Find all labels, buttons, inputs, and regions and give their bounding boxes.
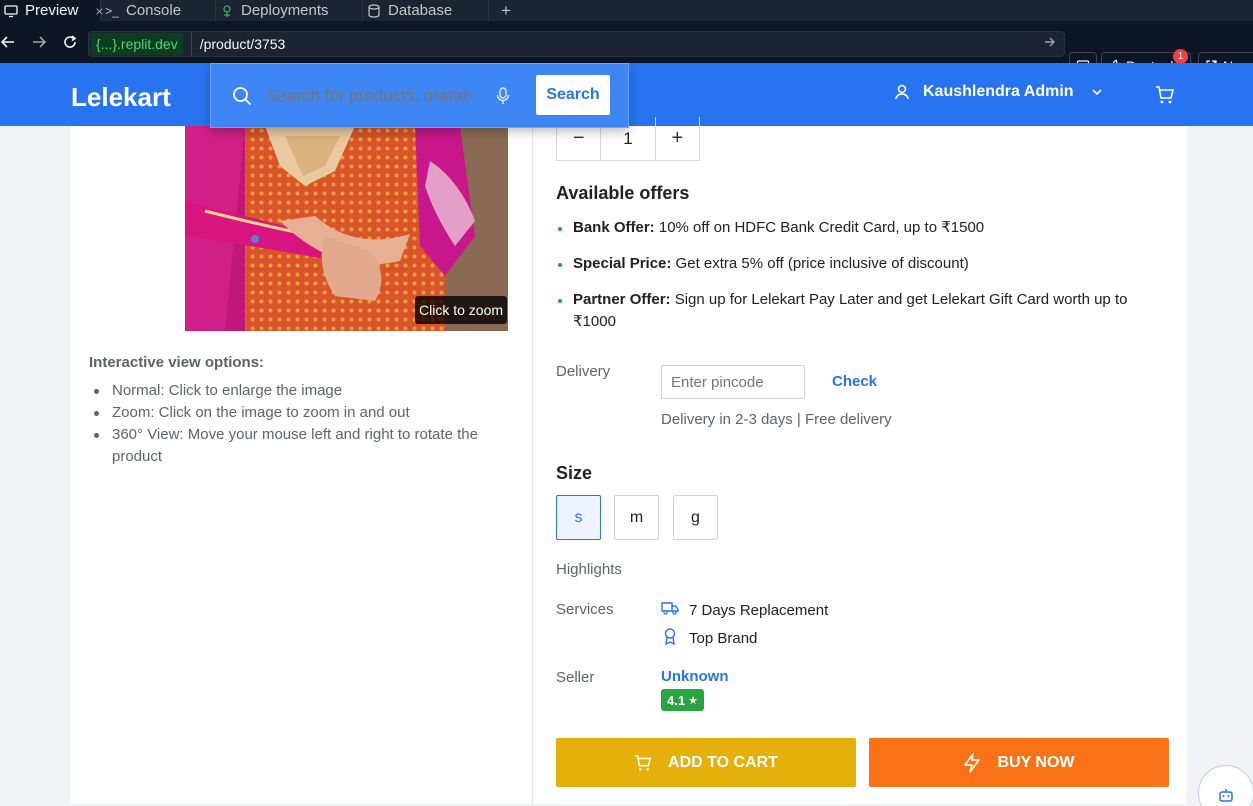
- url-path: /product/3753: [190, 32, 285, 56]
- seller-rating-badge: 4.1 ★: [661, 689, 704, 711]
- chevron-down-icon: [1091, 89, 1102, 96]
- lightning-icon: [964, 752, 981, 773]
- seller-name-link[interactable]: Unknown: [661, 668, 729, 685]
- forward-icon[interactable]: [25, 28, 53, 56]
- delivery-info: Delivery in 2-3 days | Free delivery: [661, 411, 892, 428]
- tab-label: Deployments: [241, 2, 329, 19]
- delivery-label: Delivery: [556, 363, 611, 380]
- check-pincode-button[interactable]: Check: [832, 373, 877, 390]
- rating-value: 4.1: [667, 692, 686, 708]
- robot-icon: [1219, 789, 1233, 802]
- database-icon: [367, 3, 381, 18]
- offer-label: Bank Offer:: [573, 219, 655, 236]
- offer-text: Get extra 5% off (price inclusive of dis…: [671, 255, 969, 272]
- service-replacement: 7 Days Replacement: [661, 600, 828, 620]
- truck-icon: [661, 600, 679, 620]
- devtools-badge: 1: [1173, 49, 1188, 64]
- tab-deployments[interactable]: Deployments: [216, 0, 363, 21]
- increase-button[interactable]: +: [656, 117, 699, 160]
- star-icon: ★: [688, 694, 698, 707]
- search-button[interactable]: Search: [536, 75, 610, 115]
- offers-title: Available offers: [556, 183, 690, 203]
- view-options-list: Normal: Click to enlarge the image Zoom:…: [90, 380, 510, 468]
- user-name: Kaushlendra Admin: [923, 83, 1074, 100]
- user-menu[interactable]: Kaushlendra Admin: [893, 83, 1104, 101]
- pincode-input[interactable]: [661, 365, 805, 399]
- back-icon[interactable]: [0, 28, 22, 56]
- add-to-cart-button[interactable]: ADD TO CART: [556, 738, 856, 787]
- tab-console[interactable]: >_ Console: [101, 0, 216, 21]
- offer-text: 10% off on HDFC Bank Credit Card, up to …: [654, 219, 985, 236]
- offer-special-price: Special Price: Get extra 5% off (price i…: [556, 253, 1156, 275]
- terminal-icon: >_: [105, 3, 119, 18]
- highlights-label: Highlights: [556, 561, 622, 578]
- list-item: Normal: Click to enlarge the image: [90, 380, 510, 402]
- cart-icon: [634, 754, 652, 771]
- column-divider: [532, 126, 533, 804]
- browser-tab-bar: Preview × >_ Console Deployments Databas…: [0, 0, 1253, 21]
- address-bar: {...}.replit.dev /product/3753 Devtools …: [0, 21, 1253, 79]
- chatbot-button[interactable]: [1198, 765, 1253, 806]
- new-tab-button[interactable]: +: [489, 0, 523, 21]
- user-icon: [895, 84, 909, 100]
- award-icon: [661, 627, 679, 649]
- view-options-title: Interactive view options:: [89, 354, 265, 371]
- service-top-brand: Top Brand: [661, 627, 757, 649]
- tab-label: Console: [126, 2, 182, 19]
- tab-database[interactable]: Database: [363, 0, 489, 21]
- zoom-hint: Click to zoom: [415, 296, 508, 324]
- list-item: Zoom: Click on the image to zoom in and …: [90, 402, 510, 424]
- offer-bank: Bank Offer: 10% off on HDFC Bank Credit …: [556, 217, 1156, 239]
- service-text: Top Brand: [689, 629, 758, 647]
- services-label: Services: [556, 601, 614, 618]
- offer-label: Partner Offer:: [573, 291, 671, 308]
- size-title: Size: [556, 463, 593, 483]
- size-option-s[interactable]: s: [556, 495, 601, 540]
- url-host: {...}.replit.dev: [91, 33, 183, 55]
- buy-now-button[interactable]: BUY NOW: [869, 738, 1169, 787]
- tab-label: Preview: [25, 2, 79, 19]
- buy-now-label: BUY NOW: [997, 753, 1075, 771]
- rocket-icon: [220, 4, 234, 18]
- search-icon: [231, 85, 253, 107]
- monitor-icon: [4, 4, 18, 18]
- list-item: 360° View: Move your mouse left and righ…: [90, 424, 510, 468]
- search-input[interactable]: [266, 85, 471, 106]
- go-arrow-icon[interactable]: [1044, 35, 1056, 53]
- tab-label: Database: [388, 2, 453, 19]
- tab-preview[interactable]: Preview ×: [0, 0, 104, 21]
- offer-partner: Partner Offer: Sign up for Lelekart Pay …: [556, 289, 1156, 333]
- reload-icon[interactable]: [56, 28, 84, 56]
- offer-label: Special Price:: [573, 255, 672, 272]
- service-text: 7 Days Replacement: [689, 601, 829, 619]
- site-logo[interactable]: Lelekart: [71, 82, 171, 113]
- size-option-g[interactable]: g: [673, 495, 718, 540]
- url-field[interactable]: {...}.replit.dev /product/3753: [88, 31, 1065, 57]
- search-bar: Search: [210, 63, 629, 128]
- cart-icon[interactable]: [1155, 85, 1175, 110]
- add-to-cart-label: ADD TO CART: [668, 753, 778, 771]
- seller-label: Seller: [556, 669, 595, 686]
- size-option-m[interactable]: m: [614, 495, 659, 540]
- microphone-icon[interactable]: [493, 86, 513, 106]
